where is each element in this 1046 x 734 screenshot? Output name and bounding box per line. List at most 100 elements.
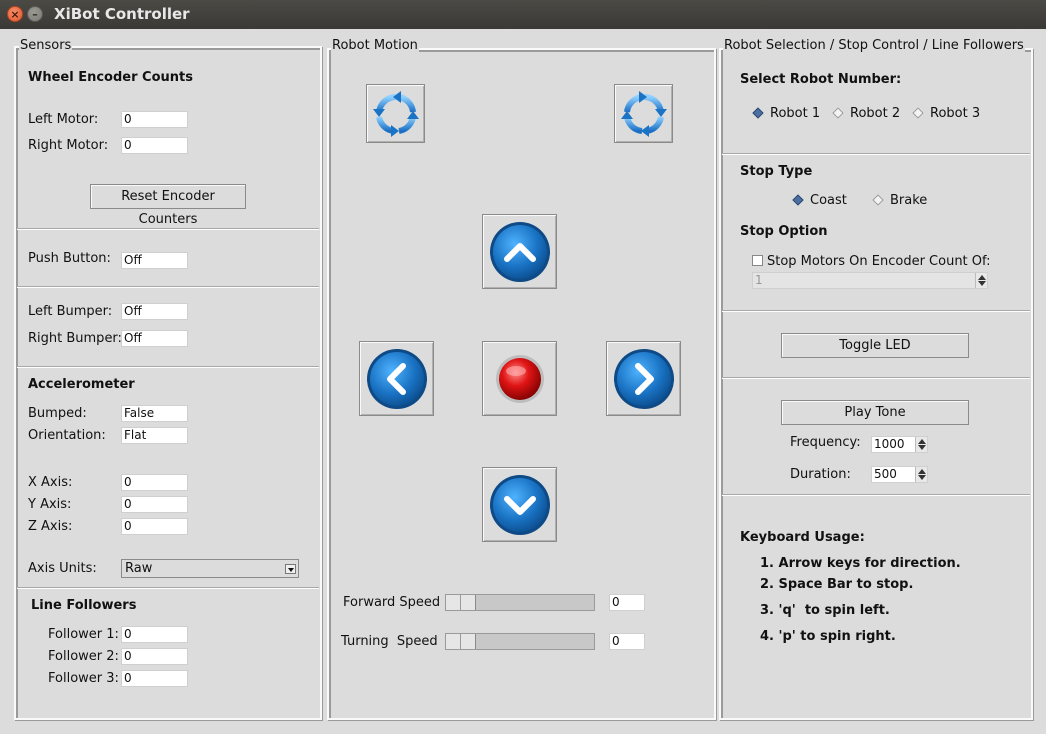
robot-2-radio[interactable]: Robot 2 <box>832 106 900 121</box>
toggle-led-button[interactable]: Toggle LED <box>781 333 969 358</box>
control-frame <box>719 48 1033 720</box>
right-bumper-label: Right Bumper: <box>28 331 122 346</box>
chevron-up-icon <box>490 222 550 282</box>
y-axis-label: Y Axis: <box>28 497 72 512</box>
separator <box>17 286 319 288</box>
separator <box>17 587 319 589</box>
radio-indicator <box>752 106 764 119</box>
forward-speed-field[interactable]: 0 <box>609 594 645 611</box>
coast-radio[interactable]: Coast <box>792 193 847 208</box>
separator <box>722 377 1030 379</box>
stop-option-title: Stop Option <box>740 224 828 239</box>
stop-on-encoder-checkbox[interactable]: Stop Motors On Encoder Count Of: <box>752 254 991 269</box>
spinbox-arrows-icon[interactable] <box>915 437 927 452</box>
duration-label: Duration: <box>790 467 851 482</box>
push-button-field[interactable]: Off <box>121 252 188 269</box>
duration-value: 500 <box>874 467 897 481</box>
x-axis-field[interactable]: 0 <box>121 474 188 491</box>
reverse-button[interactable] <box>482 467 557 542</box>
rotate-clockwise-icon <box>621 91 667 137</box>
frequency-value: 1000 <box>874 437 905 451</box>
slider-handle[interactable] <box>446 634 476 649</box>
orientation-label: Orientation: <box>28 428 106 443</box>
forward-speed-slider[interactable] <box>445 594 595 611</box>
encoder-count-value: 1 <box>755 273 763 287</box>
window-titlebar: × – XiBot Controller <box>0 0 1046 29</box>
radio-indicator <box>872 193 884 206</box>
right-button[interactable] <box>606 341 681 416</box>
turning-speed-field[interactable]: 0 <box>609 633 645 650</box>
duration-spinbox[interactable]: 500 <box>871 466 928 483</box>
turning-speed-slider[interactable] <box>445 633 595 650</box>
separator <box>722 153 1030 155</box>
follower1-field[interactable]: 0 <box>121 626 188 643</box>
line-followers-title: Line Followers <box>31 598 137 613</box>
turning-speed-label: Turning Speed <box>341 634 438 649</box>
robot-3-radio[interactable]: Robot 3 <box>912 106 980 121</box>
z-axis-label: Z Axis: <box>28 519 73 534</box>
keyboard-usage-title: Keyboard Usage: <box>740 530 865 545</box>
follower1-label: Follower 1: <box>48 627 119 642</box>
rotate-counterclockwise-icon <box>373 91 419 137</box>
dropdown-arrow-icon <box>285 564 296 574</box>
chevron-down-icon <box>490 475 550 535</box>
separator <box>17 366 319 368</box>
window-title: XiBot Controller <box>54 5 190 23</box>
keyboard-usage-item: 1. Arrow keys for direction. <box>760 556 961 571</box>
checkbox-box <box>752 255 763 266</box>
left-bumper-label: Left Bumper: <box>28 304 113 319</box>
select-robot-title: Select Robot Number: <box>740 72 902 87</box>
window-close-button[interactable]: × <box>7 6 23 22</box>
right-motor-field[interactable]: 0 <box>121 137 188 154</box>
follower2-label: Follower 2: <box>48 649 119 664</box>
play-tone-button[interactable]: Play Tone <box>781 400 969 425</box>
separator <box>722 310 1030 312</box>
spinbox-arrows-icon[interactable] <box>915 467 927 482</box>
left-motor-label: Left Motor: <box>28 112 99 127</box>
x-axis-label: X Axis: <box>28 475 73 490</box>
stop-type-title: Stop Type <box>740 164 813 179</box>
follower3-field[interactable]: 0 <box>121 670 188 687</box>
forward-speed-label: Forward Speed <box>343 595 441 610</box>
accelerometer-title: Accelerometer <box>28 377 135 392</box>
window-minimize-button[interactable]: – <box>27 6 43 22</box>
spin-left-button[interactable] <box>366 84 425 143</box>
spin-right-button[interactable] <box>614 84 673 143</box>
sensors-group-title: Sensors <box>19 38 73 53</box>
radio-indicator <box>832 106 844 119</box>
y-axis-field[interactable]: 0 <box>121 496 188 513</box>
reset-encoder-button[interactable]: Reset Encoder Counters <box>90 184 246 227</box>
bumped-field[interactable]: False <box>121 405 188 422</box>
chevron-right-icon <box>614 349 674 409</box>
follower2-field[interactable]: 0 <box>121 648 188 665</box>
axis-units-label: Axis Units: <box>28 561 97 576</box>
radio-indicator <box>912 106 924 119</box>
radio-indicator <box>792 193 804 206</box>
robot-1-radio[interactable]: Robot 1 <box>752 106 820 121</box>
frequency-spinbox[interactable]: 1000 <box>871 436 928 453</box>
left-bumper-field[interactable]: Off <box>121 303 188 320</box>
wheel-encoder-title: Wheel Encoder Counts <box>28 70 193 85</box>
slider-handle[interactable] <box>446 595 476 610</box>
z-axis-field[interactable]: 0 <box>121 518 188 535</box>
left-motor-field[interactable]: 0 <box>121 111 188 128</box>
bumped-label: Bumped: <box>28 406 87 421</box>
orientation-field[interactable]: Flat <box>121 427 188 444</box>
axis-units-select[interactable]: Raw <box>121 559 299 578</box>
motion-group-title: Robot Motion <box>331 38 419 53</box>
separator <box>722 494 1030 496</box>
spinbox-arrows-icon[interactable] <box>975 273 987 288</box>
frequency-label: Frequency: <box>790 435 861 450</box>
left-button[interactable] <box>359 341 434 416</box>
right-bumper-field[interactable]: Off <box>121 330 188 347</box>
push-button-label: Push Button: <box>28 251 111 266</box>
forward-button[interactable] <box>482 214 557 289</box>
axis-units-value: Raw <box>125 561 153 576</box>
keyboard-usage-item: 3. 'q' to spin left. <box>760 603 890 618</box>
separator <box>17 228 319 230</box>
brake-radio[interactable]: Brake <box>872 193 927 208</box>
keyboard-usage-item: 4. 'p' to spin right. <box>760 629 896 644</box>
stop-button[interactable] <box>482 341 557 416</box>
encoder-count-spinbox[interactable]: 1 <box>752 272 988 289</box>
control-group-title: Robot Selection / Stop Control / Line Fo… <box>723 38 1025 53</box>
